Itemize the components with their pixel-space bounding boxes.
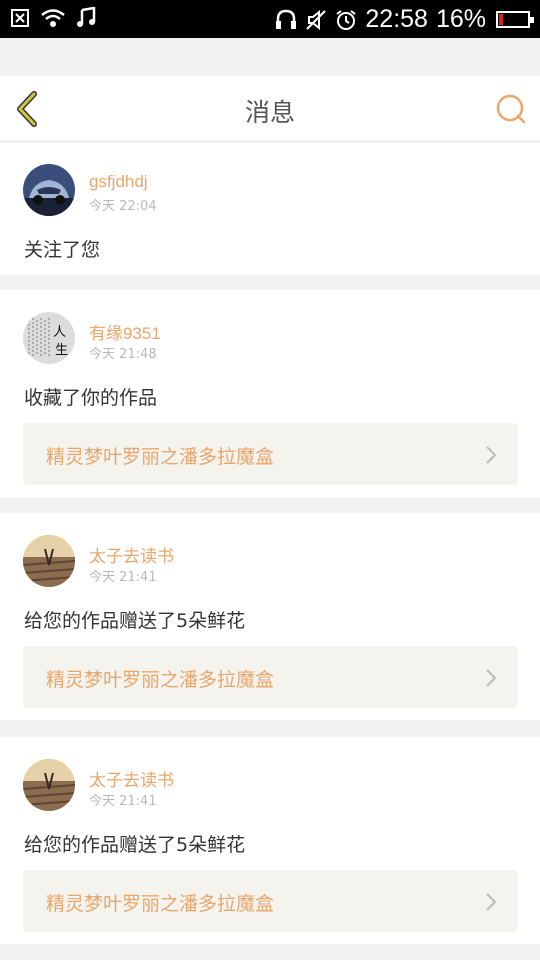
page-title: 消息 — [244, 98, 295, 127]
work-link[interactable]: 精灵梦叶罗丽之潘多拉魔盒 — [23, 423, 518, 485]
chevron-right-icon — [486, 893, 497, 911]
work-title: 精灵梦叶罗丽之潘多拉魔盒 — [46, 446, 275, 468]
username[interactable]: gsfjdhdj — [89, 172, 148, 192]
search-icon[interactable] — [494, 92, 528, 126]
sunset-avatar-image — [23, 535, 75, 587]
work-title: 精灵梦叶罗丽之潘多拉魔盒 — [46, 669, 275, 691]
battery-icon — [496, 11, 534, 28]
work-title: 精灵梦叶罗丽之潘多拉魔盒 — [46, 893, 275, 915]
avatar[interactable] — [23, 164, 75, 216]
sunset-avatar-image — [23, 759, 75, 811]
message-text: 给您的作品赠送了5朵鲜花 — [24, 610, 246, 632]
message-text: 关注了您 — [24, 239, 101, 261]
message-card[interactable]: 太子去读书 今天 21:41 给您的作品赠送了5朵鲜花 精灵梦叶罗丽之潘多拉魔盒 — [0, 513, 540, 720]
chevron-right-icon — [486, 446, 497, 464]
status-battery-percent: 16% — [435, 5, 486, 33]
message-time: 今天 22:04 — [89, 199, 157, 214]
username[interactable]: 太子去读书 — [89, 766, 174, 791]
avatar-seal-bottom: 生 — [55, 343, 68, 358]
work-link[interactable]: 精灵梦叶罗丽之潘多拉魔盒 — [23, 646, 518, 708]
message-card[interactable]: 太子去读书 今天 21:41 给您的作品赠送了5朵鲜花 精灵梦叶罗丽之潘多拉魔盒 — [0, 737, 540, 944]
status-time: 22:58 — [365, 5, 428, 33]
battery-level — [499, 14, 504, 25]
username[interactable]: 有缘9351 — [89, 319, 161, 344]
status-bar: 22:58 16% — [0, 0, 540, 38]
message-card[interactable]: gsfjdhdj 今天 22:04 关注了您 — [0, 143, 540, 275]
nav-bar: 消息 — [0, 76, 540, 142]
close-box-icon — [11, 9, 29, 27]
message-time: 今天 21:41 — [89, 570, 157, 585]
calligraphy-avatar-image: 人 生 — [23, 312, 75, 364]
wifi-icon — [41, 9, 65, 27]
mute-icon — [306, 9, 327, 30]
message-text: 给您的作品赠送了5朵鲜花 — [24, 834, 246, 856]
username[interactable]: 太子去读书 — [89, 542, 174, 567]
chevron-right-icon — [486, 669, 497, 687]
avatar[interactable] — [23, 759, 75, 811]
message-time: 今天 21:48 — [89, 347, 157, 362]
alarm-icon — [336, 9, 356, 30]
message-card[interactable]: 人 生 有缘9351 今天 21:48 收藏了你的作品 精灵梦叶罗丽之潘多拉魔盒 — [0, 290, 540, 497]
avatar[interactable]: 人 生 — [23, 312, 75, 364]
message-text: 收藏了你的作品 — [24, 387, 158, 409]
headphones-icon — [276, 9, 297, 29]
avatar[interactable] — [23, 535, 75, 587]
music-icon — [77, 7, 96, 27]
avatar-seal-top: 人 — [53, 325, 66, 340]
car-avatar-image — [23, 164, 75, 216]
work-link[interactable]: 精灵梦叶罗丽之潘多拉魔盒 — [23, 870, 518, 932]
message-time: 今天 21:41 — [89, 794, 157, 809]
